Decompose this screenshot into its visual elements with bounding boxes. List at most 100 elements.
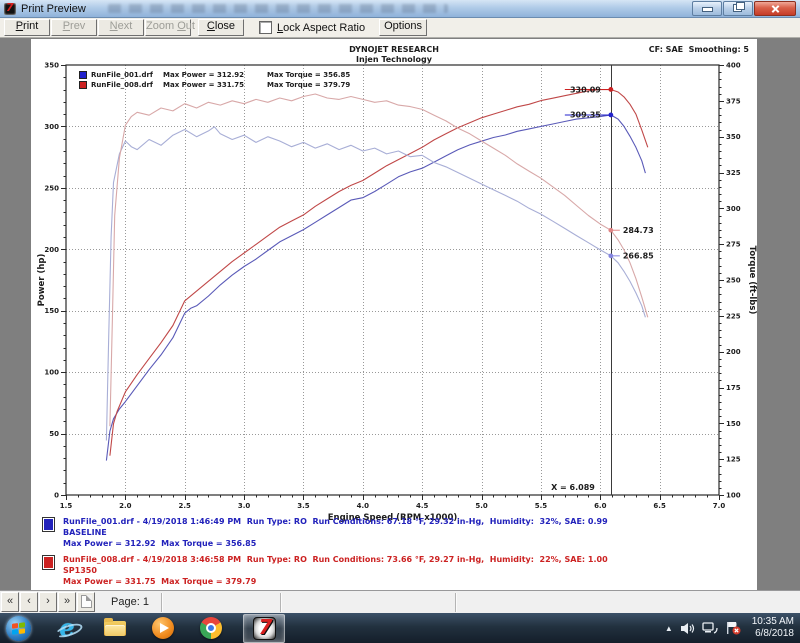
y-tick-label: 250 <box>726 277 741 285</box>
x-tick-label: 3.5 <box>297 502 310 510</box>
internet-explorer-icon[interactable]: e <box>55 616 79 640</box>
y-tick-label: 200 <box>726 348 741 356</box>
tray-date: 6/8/2018 <box>752 628 794 640</box>
y-tick-label: 400 <box>726 62 741 70</box>
dyno-chart-svg[interactable]: 1.52.02.53.03.54.04.55.05.56.06.57.0Engi… <box>31 39 757 590</box>
media-player-icon[interactable] <box>151 616 175 640</box>
system-tray: ▲ 10:35 AM 6/8/2018 <box>665 613 794 643</box>
y-axis-title-torque: Torque (ft-lbs) <box>747 246 757 315</box>
legend-file: RunFile_008.drf <box>91 81 163 89</box>
y-tick-label: 100 <box>726 492 741 500</box>
close-icon <box>771 4 780 13</box>
cursor-x-label: X = 6.089 <box>551 483 595 492</box>
titlebar-ghost-text <box>108 4 448 13</box>
y-tick-label: 375 <box>726 97 741 105</box>
window-title: Print Preview <box>21 3 86 15</box>
next-page-button[interactable]: › <box>39 592 57 612</box>
run-title: BASELINE <box>63 527 608 538</box>
chrome-icon[interactable] <box>199 616 223 640</box>
taskbar-clock[interactable]: 10:35 AM 6/8/2018 <box>752 616 794 640</box>
next-button[interactable]: Next <box>98 19 144 36</box>
marker-dot <box>608 228 613 233</box>
x-tick-label: 2.0 <box>119 502 132 510</box>
restore-button[interactable] <box>723 1 753 16</box>
y-tick-label: 250 <box>44 184 59 192</box>
run-swatch-red <box>42 555 55 570</box>
run-info-baseline: RunFile_001.drf - 4/19/2018 1:46:49 PM R… <box>42 516 608 549</box>
prev-page-button[interactable]: ‹ <box>20 592 38 612</box>
tray-time: 10:35 AM <box>752 616 794 628</box>
y-tick-label: 175 <box>726 384 741 392</box>
prev-button[interactable]: Prev <box>51 19 97 36</box>
y-axis-torque <box>719 66 724 496</box>
marker-dot <box>608 113 613 118</box>
run-max-values: Max Power = 331.75 Max Torque = 379.79 <box>63 576 608 587</box>
y-tick-label: 325 <box>726 169 741 177</box>
close-window-button[interactable] <box>754 1 796 16</box>
gridlines <box>66 65 719 495</box>
legend-max-power: Max Power = 331.75 <box>163 81 267 89</box>
x-tick-label: 6.0 <box>594 502 607 510</box>
start-button[interactable] <box>6 616 31 641</box>
y-tick-label: 275 <box>726 241 741 249</box>
legend-max-torque: Max Torque = 379.79 <box>267 81 350 89</box>
y-axis-power <box>61 66 66 496</box>
series-runfile-001-power <box>106 115 645 461</box>
series-runfile-008-power <box>110 90 648 456</box>
plot-border <box>66 65 719 495</box>
dynojet-winpep-taskbar-button[interactable] <box>243 614 285 643</box>
run-info-footer: RunFile_001.drf - 4/19/2018 1:46:49 PM R… <box>42 516 608 592</box>
report-page: DYNOJET RESEARCH Injen Technology CF: SA… <box>31 39 757 590</box>
marker-value-label: 266.85 <box>623 252 654 261</box>
dynojet-app-icon <box>253 617 276 640</box>
print-button[interactable]: Print <box>4 19 50 36</box>
y-tick-label: 150 <box>726 420 741 428</box>
x-tick-label: 5.5 <box>535 502 548 510</box>
marker-value-label: 330.09 <box>570 85 601 94</box>
y-tick-label: 50 <box>49 430 59 438</box>
options-button[interactable]: Options <box>379 19 427 36</box>
first-page-button[interactable]: « <box>1 592 19 612</box>
run-max-values: Max Power = 312.92 Max Torque = 356.85 <box>63 538 608 549</box>
print-preview-area: DYNOJET RESEARCH Injen Technology CF: SA… <box>0 38 800 590</box>
chart-legend: RunFile_001.drf Max Power = 312.92 Max T… <box>79 70 350 90</box>
y-tick-label: 300 <box>44 123 59 131</box>
y-tick-label: 150 <box>44 307 59 315</box>
taskbar: e ▲ 10:35 AM 6/8/2018 <box>0 613 800 643</box>
action-center-flag-icon[interactable] <box>725 621 741 635</box>
last-page-button[interactable]: » <box>58 592 76 612</box>
series-runfile-001-torque <box>106 127 645 441</box>
y-tick-label: 350 <box>726 133 741 141</box>
x-tick-label: 3.0 <box>238 502 251 510</box>
legend-max-torque: Max Torque = 356.85 <box>267 71 350 79</box>
legend-swatch-red <box>79 81 87 89</box>
speaker-icon[interactable] <box>680 622 695 635</box>
export-page-button[interactable] <box>77 592 95 612</box>
title-bar: Print Preview <box>0 0 800 18</box>
y-tick-label: 300 <box>726 205 741 213</box>
lock-aspect-label: Lock Aspect Ratio <box>277 22 365 34</box>
x-axis <box>67 495 720 500</box>
windows-logo-icon <box>12 622 25 634</box>
y-tick-label: 100 <box>44 369 59 377</box>
document-icon <box>81 595 92 608</box>
x-tick-label: 1.5 <box>60 502 73 510</box>
hidden-icons-arrow[interactable]: ▲ <box>665 624 673 633</box>
windows-explorer-icon[interactable] <box>103 616 127 640</box>
minimize-icon <box>702 7 713 12</box>
zoom-out-button[interactable]: Zoom Out <box>145 19 191 36</box>
x-tick-label: 4.0 <box>357 502 370 510</box>
run-conditions: RunFile_008.drf - 4/19/2018 3:46:58 PM R… <box>63 554 608 565</box>
marker-value-label: 309.35 <box>570 111 601 120</box>
marker-dot <box>608 87 613 92</box>
run-title: SP1350 <box>63 565 608 576</box>
network-icon[interactable] <box>702 622 718 635</box>
legend-max-power: Max Power = 312.92 <box>163 71 267 79</box>
lock-aspect-checkbox[interactable] <box>259 21 272 34</box>
close-button[interactable]: Close <box>198 19 244 36</box>
restore-icon <box>733 4 742 12</box>
minimize-button[interactable] <box>692 1 722 16</box>
legend-swatch-blue <box>79 71 87 79</box>
y-tick-label: 0 <box>54 492 59 500</box>
status-cell <box>281 593 456 612</box>
